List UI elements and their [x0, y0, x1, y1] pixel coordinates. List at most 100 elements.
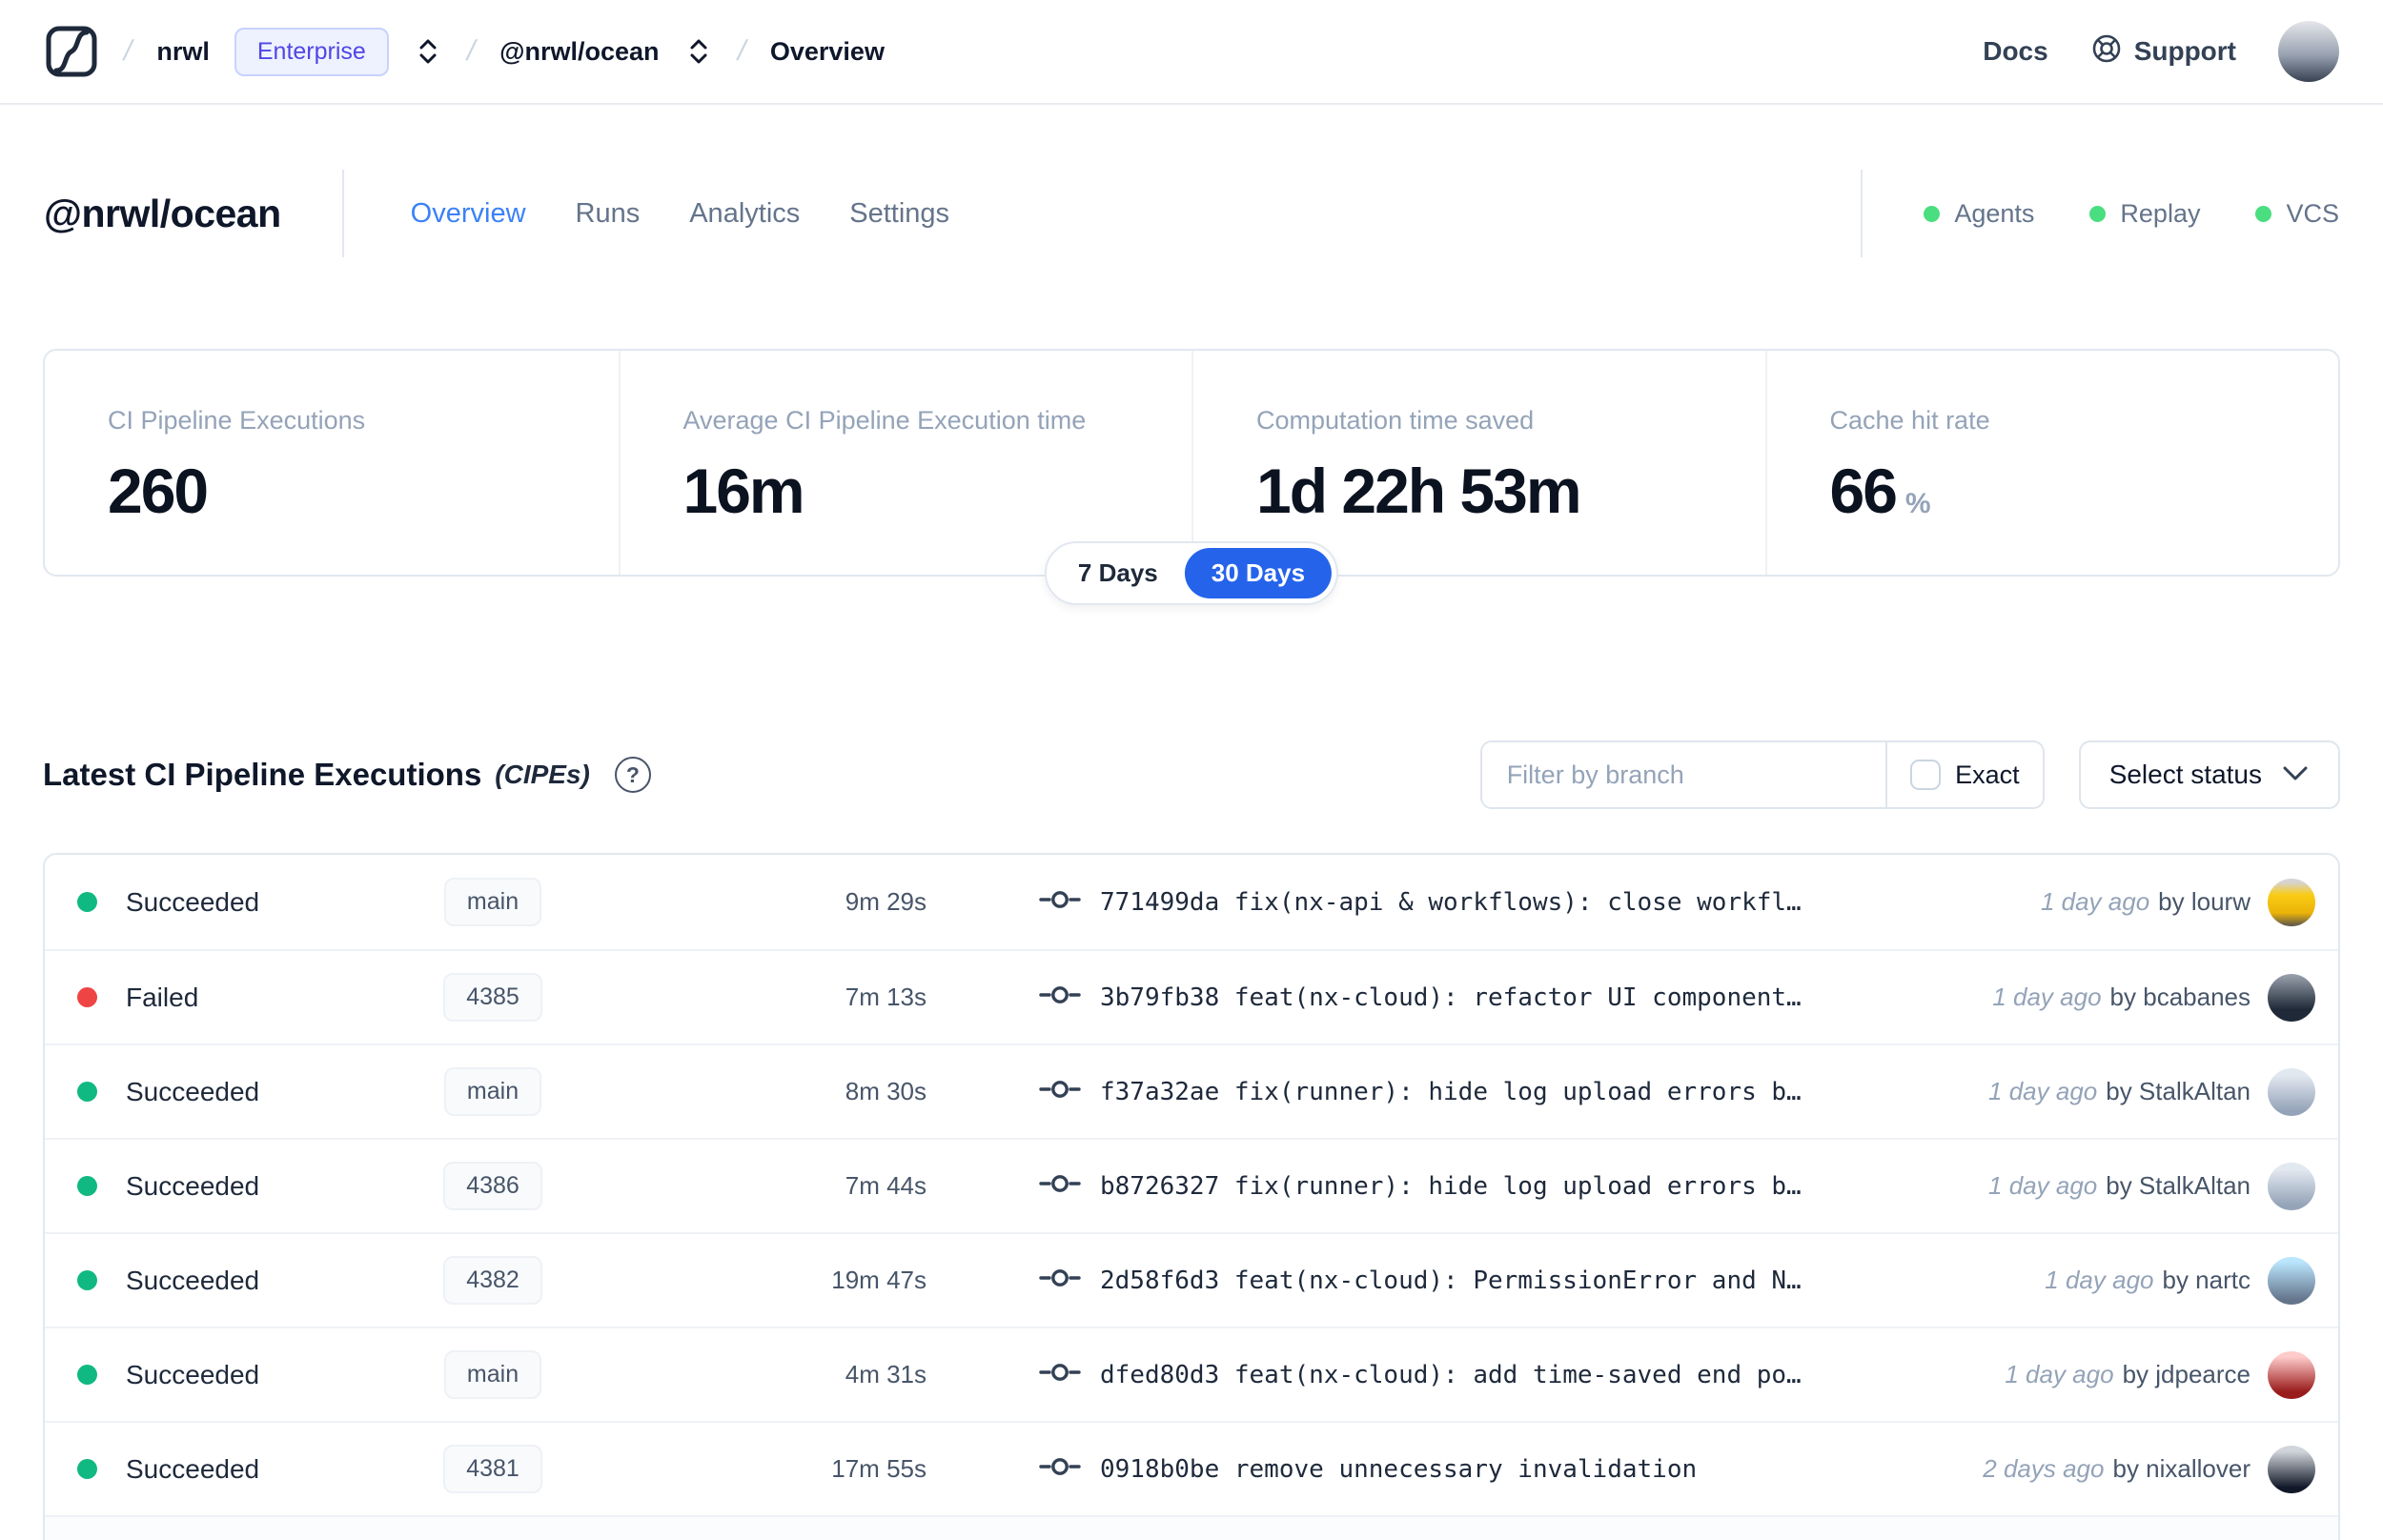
commit-message[interactable]: 2d58f6d3 feat(nx-cloud): PermissionError… — [1100, 1266, 2026, 1295]
status-dot-icon — [77, 892, 97, 912]
commit-message[interactable]: 3b79fb38 feat(nx-cloud): refactor UI com… — [1100, 983, 1973, 1012]
commit-message[interactable]: 0918b0be remove unnecessary invalidation — [1100, 1455, 1964, 1484]
partially-visible-next-row — [45, 1515, 2338, 1540]
status-vcs[interactable]: VCS — [2255, 199, 2339, 229]
status-replay[interactable]: Replay — [2089, 199, 2200, 229]
cipe-table-row[interactable]: Succeeded main 8m 30s f37a32ae fix(runne… — [45, 1044, 2338, 1138]
author-avatar[interactable] — [2268, 1256, 2315, 1305]
cipe-table-row[interactable]: Succeeded 4382 19m 47s 2d58f6d3 feat(nx-… — [45, 1232, 2338, 1327]
green-dot-icon — [2255, 205, 2272, 222]
commit-message[interactable]: 771499da fix(nx-api & workflows): close … — [1100, 888, 2022, 917]
breadcrumb: / nrwl Enterprise / @nrwl/ocean / Overvi… — [44, 24, 885, 79]
cipe-table-row[interactable]: Succeeded main 4m 31s dfed80d3 feat(nx-c… — [45, 1327, 2338, 1421]
row-status-label: Succeeded — [126, 1076, 260, 1106]
cipe-table-row[interactable]: Succeeded main 9m 29s 771499da fix(nx-ap… — [45, 855, 2338, 949]
cipe-table-row[interactable]: Failed 4385 7m 13s 3b79fb38 feat(nx-clou… — [45, 949, 2338, 1044]
row-status-label: Succeeded — [126, 1265, 260, 1295]
commit-message[interactable]: f37a32ae fix(runner): hide log upload er… — [1100, 1078, 1969, 1106]
author-avatar[interactable] — [2268, 1445, 2315, 1493]
row-status-label: Succeeded — [126, 1170, 260, 1201]
row-time-ago: 1 day ago — [2040, 887, 2150, 916]
org-switcher-chevron-icon[interactable] — [414, 35, 442, 68]
tab-settings[interactable]: Settings — [849, 198, 949, 230]
branch-chip[interactable]: main — [443, 878, 542, 926]
exact-checkbox[interactable] — [1910, 760, 1942, 790]
row-author: by nixallover — [2112, 1454, 2251, 1483]
workspace-switcher-chevron-icon[interactable] — [684, 35, 713, 68]
lifebuoy-icon — [2090, 32, 2123, 71]
git-commit-icon — [1039, 887, 1081, 917]
user-avatar[interactable] — [2278, 21, 2339, 82]
breadcrumb-org[interactable]: nrwl — [156, 37, 210, 67]
branch-chip[interactable]: main — [443, 1067, 542, 1116]
git-commit-icon — [1039, 1360, 1081, 1389]
commit-message[interactable]: dfed80d3 feat(nx-cloud): add time-saved … — [1100, 1361, 1986, 1389]
cipe-table-row[interactable]: Succeeded 4386 7m 44s b8726327 fix(runne… — [45, 1138, 2338, 1232]
row-duration: 7m 13s — [845, 983, 927, 1011]
row-time-ago: 2 days ago — [1983, 1454, 2105, 1483]
row-status-label: Succeeded — [126, 886, 260, 917]
git-commit-icon — [1039, 1454, 1081, 1484]
green-dot-icon — [2089, 205, 2107, 222]
row-author: by StalkAltan — [2106, 1077, 2251, 1105]
workspace-tabs: Overview Runs Analytics Settings — [341, 170, 949, 257]
row-time-ago: 1 day ago — [1988, 1171, 2098, 1200]
enterprise-badge[interactable]: Enterprise — [234, 27, 389, 76]
row-author: by nartc — [2162, 1266, 2251, 1294]
branch-chip[interactable]: 4381 — [443, 1445, 542, 1493]
row-duration: 19m 47s — [831, 1266, 927, 1294]
exact-label: Exact — [1955, 760, 2020, 789]
status-dot-icon — [77, 987, 97, 1007]
author-avatar[interactable] — [2268, 1162, 2315, 1210]
row-status-label: Succeeded — [126, 1453, 260, 1484]
git-commit-icon — [1039, 1266, 1081, 1295]
author-avatar[interactable] — [2268, 878, 2315, 926]
branch-chip[interactable]: 4386 — [443, 1162, 542, 1210]
author-avatar[interactable] — [2268, 1067, 2315, 1116]
branch-chip[interactable]: 4385 — [443, 973, 542, 1022]
branch-chip[interactable]: main — [443, 1350, 542, 1399]
tab-runs[interactable]: Runs — [576, 198, 641, 230]
git-commit-icon — [1039, 1171, 1081, 1201]
row-duration: 9m 29s — [845, 887, 927, 916]
status-dot-icon — [77, 1082, 97, 1102]
status-agents[interactable]: Agents — [1924, 199, 2034, 229]
cipe-title: Latest CI Pipeline Executions — [43, 757, 482, 792]
cipe-section-header: Latest CI Pipeline Executions (CIPEs) ? … — [0, 740, 2383, 809]
stat-cache-hit-rate: Cache hit rate 66% — [1764, 351, 2339, 575]
row-duration: 8m 30s — [845, 1077, 927, 1105]
stats-panel: CI Pipeline Executions 260 Average CI Pi… — [43, 349, 2340, 605]
tab-overview[interactable]: Overview — [411, 198, 526, 230]
help-icon[interactable]: ? — [614, 757, 651, 793]
docs-link[interactable]: Docs — [1983, 36, 2047, 67]
row-time-ago: 1 day ago — [1992, 983, 2102, 1011]
tab-analytics[interactable]: Analytics — [689, 198, 800, 230]
author-avatar[interactable] — [2268, 1350, 2315, 1399]
top-navbar: / nrwl Enterprise / @nrwl/ocean / Overvi… — [0, 0, 2383, 105]
range-30-days-button[interactable]: 30 Days — [1184, 548, 1333, 598]
page-title: @nrwl/ocean — [44, 191, 281, 235]
row-author: by bcabanes — [2109, 983, 2251, 1011]
row-status-label: Succeeded — [126, 1359, 260, 1389]
exact-filter: Exact — [1885, 742, 2043, 807]
status-dot-icon — [77, 1365, 97, 1385]
author-avatar[interactable] — [2268, 973, 2315, 1022]
row-author: by jdpearce — [2122, 1360, 2251, 1388]
percent-unit: % — [1904, 488, 1931, 519]
workspace-header: @nrwl/ocean Overview Runs Analytics Sett… — [0, 170, 2383, 257]
git-commit-icon — [1039, 983, 1081, 1012]
status-dot-icon — [77, 1270, 97, 1290]
commit-message[interactable]: b8726327 fix(runner): hide log upload er… — [1100, 1172, 1969, 1201]
breadcrumb-workspace[interactable]: @nrwl/ocean — [499, 37, 659, 67]
nx-cloud-logo-icon[interactable] — [44, 24, 99, 79]
branch-filter-input[interactable] — [1481, 742, 1886, 807]
branch-chip[interactable]: 4382 — [443, 1256, 542, 1305]
support-link[interactable]: Support — [2090, 32, 2236, 71]
breadcrumb-separator: / — [463, 35, 479, 67]
select-status-dropdown[interactable]: Select status — [2078, 740, 2340, 809]
row-duration: 7m 44s — [845, 1171, 927, 1200]
status-dot-icon — [77, 1459, 97, 1479]
cipe-table-row[interactable]: Succeeded 4381 17m 55s 0918b0be remove u… — [45, 1421, 2338, 1515]
row-author: by StalkAltan — [2106, 1171, 2251, 1200]
range-7-days-button[interactable]: 7 Days — [1051, 548, 1185, 598]
